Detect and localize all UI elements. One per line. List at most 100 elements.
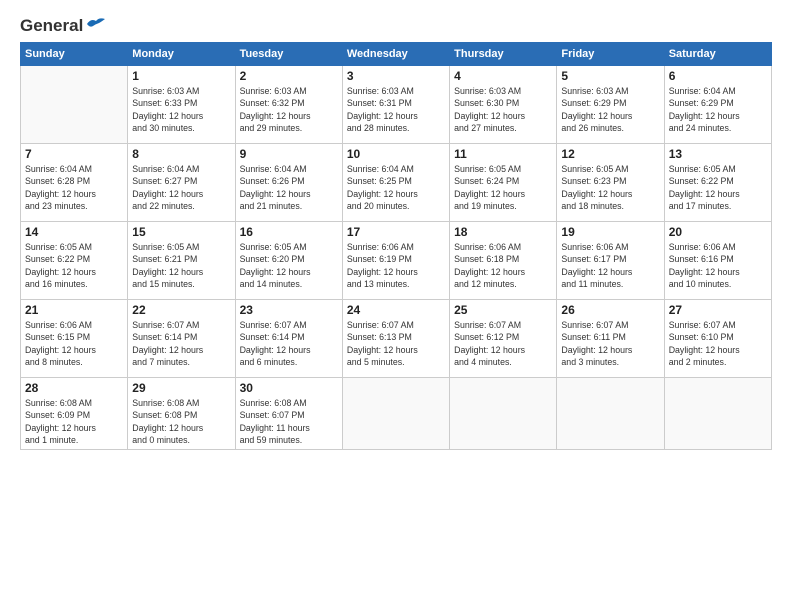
day-info: Sunrise: 6:03 AM Sunset: 6:29 PM Dayligh…	[561, 85, 659, 134]
day-info: Sunrise: 6:04 AM Sunset: 6:26 PM Dayligh…	[240, 163, 338, 212]
calendar-cell: 5 Sunrise: 6:03 AM Sunset: 6:29 PM Daylig…	[557, 66, 664, 144]
day-number: 18	[454, 225, 552, 239]
day-info: Sunrise: 6:07 AM Sunset: 6:12 PM Dayligh…	[454, 319, 552, 368]
day-number: 5	[561, 69, 659, 83]
weekday-header-wednesday: Wednesday	[342, 43, 449, 66]
calendar-cell: 22Sunrise: 6:07 AM Sunset: 6:14 PM Dayli…	[128, 300, 235, 378]
calendar-cell: 7Sunrise: 6:04 AM Sunset: 6:28 PM Daylig…	[21, 144, 128, 222]
page: General SundayMondayTuesdayWednesdayThur…	[0, 0, 792, 612]
day-number: 6	[669, 69, 767, 83]
day-info: Sunrise: 6:04 AM Sunset: 6:29 PM Dayligh…	[669, 85, 767, 134]
calendar-cell: 2 Sunrise: 6:03 AM Sunset: 6:32 PM Daylig…	[235, 66, 342, 144]
calendar-cell: 21 Sunrise: 6:06 AM Sunset: 6:15 PM Dayli…	[21, 300, 128, 378]
calendar-cell: 30 Sunrise: 6:08 AM Sunset: 6:07 PM Dayli…	[235, 378, 342, 450]
weekday-header-tuesday: Tuesday	[235, 43, 342, 66]
day-info: Sunrise: 6:05 AM Sunset: 6:23 PM Dayligh…	[561, 163, 659, 212]
day-number: 3	[347, 69, 445, 83]
day-info: Sunrise: 6:03 AM Sunset: 6:33 PM Dayligh…	[132, 85, 230, 134]
week-row-5: 28Sunrise: 6:08 AM Sunset: 6:09 PM Dayli…	[21, 378, 772, 450]
header: General	[20, 16, 772, 32]
calendar-cell: 27Sunrise: 6:07 AM Sunset: 6:10 PM Dayli…	[664, 300, 771, 378]
calendar-cell: 15Sunrise: 6:05 AM Sunset: 6:21 PM Dayli…	[128, 222, 235, 300]
day-info: Sunrise: 6:08 AM Sunset: 6:08 PM Dayligh…	[132, 397, 230, 446]
day-info: Sunrise: 6:03 AM Sunset: 6:32 PM Dayligh…	[240, 85, 338, 134]
day-info: Sunrise: 6:07 AM Sunset: 6:14 PM Dayligh…	[132, 319, 230, 368]
day-number: 26	[561, 303, 659, 317]
week-row-3: 14Sunrise: 6:05 AM Sunset: 6:22 PM Dayli…	[21, 222, 772, 300]
day-number: 19	[561, 225, 659, 239]
day-number: 14	[25, 225, 123, 239]
calendar-cell: 25 Sunrise: 6:07 AM Sunset: 6:12 PM Dayli…	[450, 300, 557, 378]
day-info: Sunrise: 6:07 AM Sunset: 6:11 PM Dayligh…	[561, 319, 659, 368]
day-number: 29	[132, 381, 230, 395]
calendar-cell: 29 Sunrise: 6:08 AM Sunset: 6:08 PM Dayli…	[128, 378, 235, 450]
calendar-cell	[557, 378, 664, 450]
day-number: 4	[454, 69, 552, 83]
calendar: SundayMondayTuesdayWednesdayThursdayFrid…	[20, 42, 772, 450]
calendar-cell: 23Sunrise: 6:07 AM Sunset: 6:14 PM Dayli…	[235, 300, 342, 378]
day-info: Sunrise: 6:03 AM Sunset: 6:30 PM Dayligh…	[454, 85, 552, 134]
day-info: Sunrise: 6:06 AM Sunset: 6:15 PM Dayligh…	[25, 319, 123, 368]
day-info: Sunrise: 6:06 AM Sunset: 6:16 PM Dayligh…	[669, 241, 767, 290]
calendar-cell: 6 Sunrise: 6:04 AM Sunset: 6:29 PM Daylig…	[664, 66, 771, 144]
day-info: Sunrise: 6:04 AM Sunset: 6:25 PM Dayligh…	[347, 163, 445, 212]
weekday-header-friday: Friday	[557, 43, 664, 66]
day-number: 17	[347, 225, 445, 239]
day-info: Sunrise: 6:08 AM Sunset: 6:09 PM Dayligh…	[25, 397, 123, 446]
day-info: Sunrise: 6:05 AM Sunset: 6:20 PM Dayligh…	[240, 241, 338, 290]
day-number: 11	[454, 147, 552, 161]
day-number: 10	[347, 147, 445, 161]
logo-bird-icon	[85, 16, 107, 32]
day-number: 1	[132, 69, 230, 83]
calendar-cell: 10 Sunrise: 6:04 AM Sunset: 6:25 PM Dayli…	[342, 144, 449, 222]
calendar-cell: 3Sunrise: 6:03 AM Sunset: 6:31 PM Daylig…	[342, 66, 449, 144]
calendar-cell	[664, 378, 771, 450]
calendar-cell: 8Sunrise: 6:04 AM Sunset: 6:27 PM Daylig…	[128, 144, 235, 222]
day-number: 25	[454, 303, 552, 317]
calendar-cell: 28Sunrise: 6:08 AM Sunset: 6:09 PM Dayli…	[21, 378, 128, 450]
day-number: 30	[240, 381, 338, 395]
weekday-header-sunday: Sunday	[21, 43, 128, 66]
day-number: 9	[240, 147, 338, 161]
calendar-cell: 11 Sunrise: 6:05 AM Sunset: 6:24 PM Dayli…	[450, 144, 557, 222]
calendar-cell: 13 Sunrise: 6:05 AM Sunset: 6:22 PM Dayli…	[664, 144, 771, 222]
day-number: 7	[25, 147, 123, 161]
calendar-cell: 18 Sunrise: 6:06 AM Sunset: 6:18 PM Dayli…	[450, 222, 557, 300]
weekday-header-row: SundayMondayTuesdayWednesdayThursdayFrid…	[21, 43, 772, 66]
day-number: 13	[669, 147, 767, 161]
calendar-cell: 20 Sunrise: 6:06 AM Sunset: 6:16 PM Dayli…	[664, 222, 771, 300]
day-number: 20	[669, 225, 767, 239]
day-info: Sunrise: 6:07 AM Sunset: 6:14 PM Dayligh…	[240, 319, 338, 368]
calendar-cell: 14Sunrise: 6:05 AM Sunset: 6:22 PM Dayli…	[21, 222, 128, 300]
weekday-header-monday: Monday	[128, 43, 235, 66]
calendar-cell	[342, 378, 449, 450]
day-number: 2	[240, 69, 338, 83]
day-number: 8	[132, 147, 230, 161]
day-info: Sunrise: 6:08 AM Sunset: 6:07 PM Dayligh…	[240, 397, 338, 446]
day-info: Sunrise: 6:05 AM Sunset: 6:22 PM Dayligh…	[669, 163, 767, 212]
day-info: Sunrise: 6:05 AM Sunset: 6:24 PM Dayligh…	[454, 163, 552, 212]
calendar-cell: 1 Sunrise: 6:03 AM Sunset: 6:33 PM Daylig…	[128, 66, 235, 144]
calendar-cell: 19 Sunrise: 6:06 AM Sunset: 6:17 PM Dayli…	[557, 222, 664, 300]
week-row-4: 21 Sunrise: 6:06 AM Sunset: 6:15 PM Dayli…	[21, 300, 772, 378]
day-number: 16	[240, 225, 338, 239]
day-number: 24	[347, 303, 445, 317]
calendar-cell	[450, 378, 557, 450]
day-info: Sunrise: 6:06 AM Sunset: 6:18 PM Dayligh…	[454, 241, 552, 290]
week-row-2: 7Sunrise: 6:04 AM Sunset: 6:28 PM Daylig…	[21, 144, 772, 222]
calendar-cell: 16 Sunrise: 6:05 AM Sunset: 6:20 PM Dayli…	[235, 222, 342, 300]
weekday-header-thursday: Thursday	[450, 43, 557, 66]
calendar-cell	[21, 66, 128, 144]
logo: General	[20, 16, 107, 32]
logo-text-general: General	[20, 16, 83, 36]
calendar-cell: 17 Sunrise: 6:06 AM Sunset: 6:19 PM Dayli…	[342, 222, 449, 300]
day-number: 15	[132, 225, 230, 239]
day-info: Sunrise: 6:06 AM Sunset: 6:17 PM Dayligh…	[561, 241, 659, 290]
day-number: 27	[669, 303, 767, 317]
day-number: 12	[561, 147, 659, 161]
week-row-1: 1 Sunrise: 6:03 AM Sunset: 6:33 PM Daylig…	[21, 66, 772, 144]
calendar-cell: 12 Sunrise: 6:05 AM Sunset: 6:23 PM Dayli…	[557, 144, 664, 222]
day-number: 21	[25, 303, 123, 317]
calendar-cell: 4 Sunrise: 6:03 AM Sunset: 6:30 PM Daylig…	[450, 66, 557, 144]
day-info: Sunrise: 6:06 AM Sunset: 6:19 PM Dayligh…	[347, 241, 445, 290]
